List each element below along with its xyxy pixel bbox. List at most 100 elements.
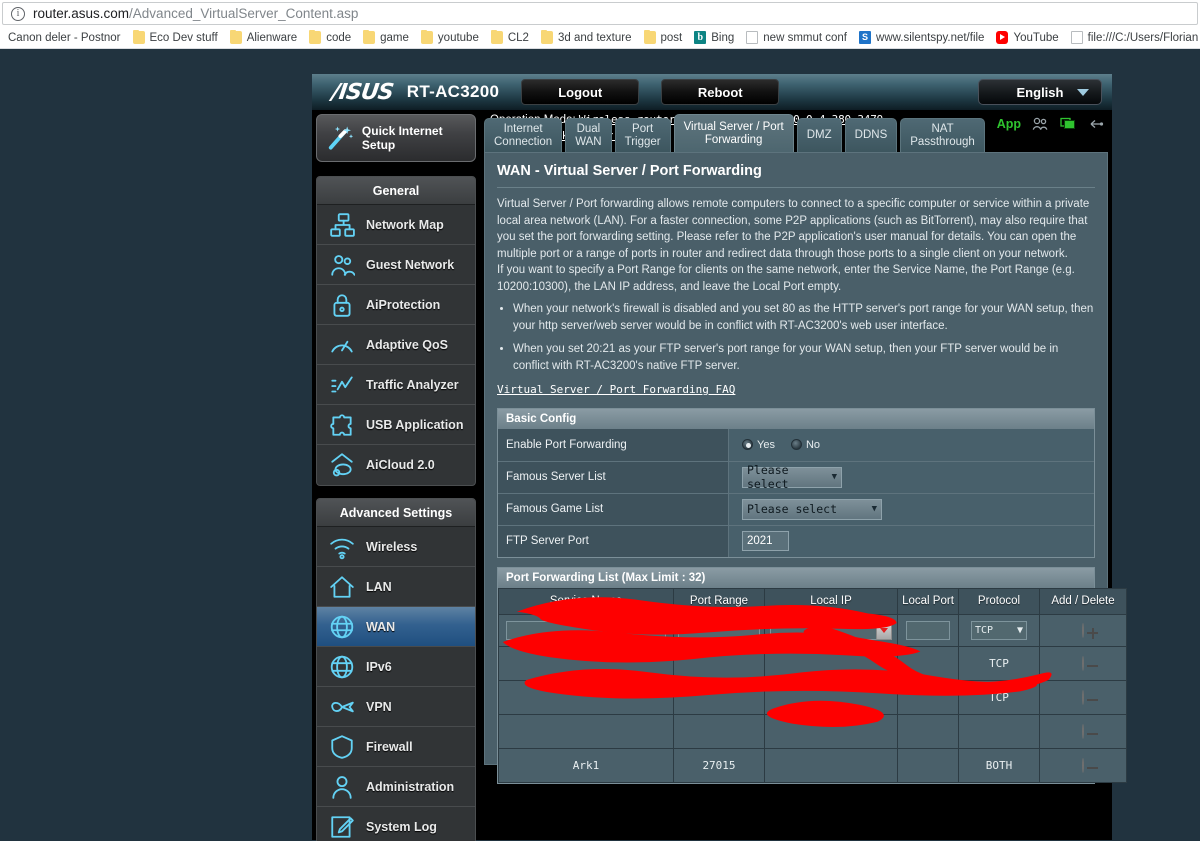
sidebar-item-network-map[interactable]: Network Map — [317, 205, 475, 245]
add-entry-button[interactable] — [1082, 622, 1084, 638]
tab-label-line2: WAN — [575, 135, 602, 148]
tab-dmz[interactable]: DMZ — [796, 118, 842, 152]
bookmark-item[interactable]: game — [357, 28, 415, 48]
bookmark-label: code — [326, 31, 352, 44]
cell-action — [1039, 613, 1127, 647]
wifi-icon — [330, 538, 354, 559]
sidebar-item-firewall[interactable]: Firewall — [317, 727, 475, 767]
famous-game-list-select[interactable]: Please select ▼ — [742, 498, 882, 520]
cell-local-port — [897, 713, 959, 749]
network-map-icon — [330, 212, 355, 237]
cell-local-port — [897, 613, 959, 647]
ftp-server-port-input[interactable]: 2021 — [742, 531, 789, 551]
famous-server-list-select[interactable]: Please select ▼ — [742, 463, 842, 491]
bookmark-label: new smmut conf — [763, 31, 848, 44]
cell-local-ip — [764, 679, 898, 715]
service-name-input[interactable] — [505, 620, 667, 640]
bookmarks-bar: Canon deler - Postnor Eco Dev stuff Alienw… — [0, 27, 1200, 49]
table-row: TCP — [498, 679, 1127, 715]
description-bullet-1: When your network's firewall is disabled… — [513, 301, 1095, 334]
delete-entry-button[interactable] — [1082, 655, 1084, 671]
url-domain: router.asus.com — [33, 6, 130, 21]
cell-local-port — [897, 679, 959, 715]
bookmark-item[interactable]: post — [638, 28, 689, 48]
sidebar-item-label: Network Map — [366, 217, 444, 232]
sidebar-item-aiprotection[interactable]: AiProtection — [317, 285, 475, 325]
title-divider — [497, 187, 1095, 188]
cell-service-name — [498, 613, 674, 647]
sidebar-item-lan[interactable]: LAN — [317, 567, 475, 607]
language-selector[interactable]: English — [978, 79, 1102, 105]
tab-virtual-server-port-forwarding[interactable]: Virtual Server / Port Forwarding — [673, 114, 794, 152]
delete-entry-button[interactable] — [1082, 757, 1084, 773]
bookmark-label: Eco Dev stuff — [149, 31, 218, 44]
sidebar-item-guest-network[interactable]: Guest Network — [317, 245, 475, 285]
sidebar-item-wan[interactable]: WAN — [317, 607, 475, 647]
radio-yes-dot — [742, 439, 753, 450]
bing-icon: b — [694, 31, 707, 44]
sidebar-item-ipv6[interactable]: IPv6 — [317, 647, 475, 687]
bookmark-item[interactable]: new smmut conf — [740, 28, 853, 48]
sidebar-item-adaptive-qos[interactable]: Adaptive QoS — [317, 325, 475, 365]
config-row-value: Yes No — [729, 429, 1094, 461]
bookmark-item[interactable]: YouTube — [990, 28, 1064, 48]
site-info-icon[interactable]: i — [11, 6, 25, 21]
bookmark-label: file:///C:/Users/Florian — [1087, 31, 1199, 44]
chevron-down-icon[interactable] — [875, 620, 892, 640]
cell-action — [1039, 747, 1127, 783]
sidebar-item-usb-application[interactable]: USB Application — [317, 405, 475, 445]
folder-icon — [363, 30, 376, 44]
table-column-header: Service Name — [498, 587, 674, 615]
sidebar-item-aicloud-2-0[interactable]: AiCloud 2.0 — [317, 445, 475, 485]
radio-yes[interactable]: Yes — [742, 439, 775, 451]
tab-nat-passthrough[interactable]: NAT Passthrough — [900, 118, 985, 152]
description-bullet-2: When you set 20:21 as your FTP server's … — [513, 341, 1095, 374]
faq-link[interactable]: Virtual Server / Port Forwarding FAQ — [497, 382, 735, 399]
content-area: Internet Connection Dual WAN Port Trigger Virt… — [484, 114, 1127, 840]
port-range-input[interactable] — [677, 620, 761, 640]
radio-no-label: No — [805, 438, 821, 451]
bookmark-item[interactable]: code — [303, 28, 357, 48]
url-bar-row: i router.asus.com/Advanced_VirtualServer… — [0, 0, 1200, 27]
log-icon — [331, 816, 354, 838]
bookmark-item[interactable]: CL2 — [485, 28, 535, 48]
delete-entry-button[interactable] — [1082, 689, 1084, 705]
router-page: /ISUS RT-AC3200 Logout Reboot English Op… — [0, 49, 1200, 841]
bookmark-item[interactable]: Eco Dev stuff — [127, 28, 224, 48]
sidebar-item-vpn[interactable]: VPN — [317, 687, 475, 727]
sidebar-item-wireless[interactable]: Wireless — [317, 527, 475, 567]
tab-internet-connection[interactable]: Internet Connection — [484, 118, 563, 152]
folder-icon — [420, 30, 433, 44]
tab-dual-wan[interactable]: Dual WAN — [565, 118, 612, 152]
sidebar-item-administration[interactable]: Administration — [317, 767, 475, 807]
table-new-entry-row: TCP ▼ — [498, 613, 1127, 647]
sidebar-item-system-log[interactable]: System Log — [317, 807, 475, 841]
port-forwarding-list-title: Port Forwarding List (Max Limit : 32) — [498, 567, 1094, 588]
bookmark-item[interactable]: Alienware — [224, 28, 304, 48]
bookmark-item[interactable]: b Bing — [688, 28, 740, 48]
local-ip-input[interactable] — [770, 620, 892, 640]
vpn-icon — [331, 701, 354, 712]
chevron-down-icon: ▼ — [1016, 624, 1023, 636]
tab-ddns[interactable]: DDNS — [844, 118, 898, 152]
tab-port-trigger[interactable]: Port Trigger — [614, 118, 671, 152]
protocol-select[interactable]: TCP ▼ — [971, 620, 1027, 640]
bookmark-item[interactable]: 3d and texture — [535, 28, 638, 48]
address-bar[interactable]: i router.asus.com/Advanced_VirtualServer… — [2, 2, 1198, 25]
quick-internet-setup-button[interactable]: Quick Internet Setup — [316, 114, 476, 162]
logout-button[interactable]: Logout — [521, 79, 640, 105]
config-row-value: 2021 — [729, 526, 1094, 557]
basic-config-title: Basic Config — [498, 408, 1094, 429]
config-row-value: Please select ▼ — [729, 494, 1094, 525]
bookmark-item[interactable]: Swww.silentspy.net/file — [853, 28, 990, 48]
reboot-button[interactable]: Reboot — [661, 79, 780, 105]
local-port-input[interactable] — [905, 620, 951, 640]
tab-label-line1: DDNS — [854, 129, 888, 141]
bookmark-item[interactable]: youtube — [415, 28, 485, 48]
radio-no[interactable]: No — [790, 438, 821, 451]
sidebar-item-traffic-analyzer[interactable]: Traffic Analyzer — [317, 365, 475, 405]
bookmark-item[interactable]: file:///C:/Users/Florian — [1065, 28, 1200, 48]
delete-entry-button[interactable] — [1082, 723, 1084, 739]
bookmark-item[interactable]: Canon deler - Postnor — [2, 28, 127, 48]
page-icon — [1070, 31, 1083, 44]
